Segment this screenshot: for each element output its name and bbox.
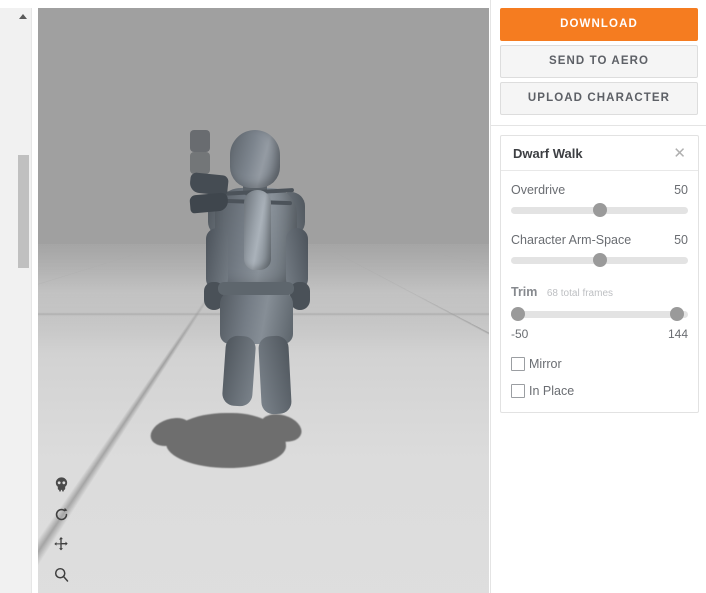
- scrollbar-thumb[interactable]: [18, 155, 29, 268]
- trim-end-value: 144: [667, 327, 688, 341]
- trim-label-group: Trim 68 total frames: [511, 283, 613, 301]
- mirror-checkbox-row[interactable]: Mirror: [511, 357, 688, 371]
- scrollbar-up-arrow-icon[interactable]: [14, 8, 31, 25]
- character-leg-left: [221, 335, 257, 407]
- viewport-tools: [46, 469, 80, 589]
- character-air-tank: [244, 190, 271, 270]
- arm-space-slider[interactable]: [511, 253, 688, 267]
- arm-space-label: Character Arm-Space: [511, 233, 632, 247]
- trim-slider-track[interactable]: [511, 311, 688, 318]
- skull-icon[interactable]: [46, 469, 76, 499]
- arm-space-value: 50: [674, 233, 688, 247]
- pan-icon[interactable]: [46, 529, 76, 559]
- character-helmet: [230, 130, 280, 188]
- arm-space-control: Character Arm-Space 50: [511, 233, 688, 267]
- panel-title: Dwarf Walk: [513, 145, 583, 161]
- overdrive-slider-knob[interactable]: [592, 203, 607, 217]
- character-viewport[interactable]: [38, 8, 489, 593]
- overdrive-control: Overdrive 50: [511, 183, 688, 217]
- in-place-checkbox[interactable]: [511, 384, 525, 398]
- trim-label: Trim: [511, 285, 538, 299]
- overdrive-label: Overdrive: [511, 183, 566, 197]
- scrollbar-up-arrow-glyph: [18, 14, 27, 19]
- character-pocket-left: [190, 130, 210, 152]
- character-leg-right: [257, 335, 293, 415]
- trim-slider-knob-start[interactable]: [511, 307, 526, 321]
- trim-range-labels: -50 144: [511, 327, 688, 341]
- in-place-checkbox-row[interactable]: In Place: [511, 384, 688, 398]
- page-top-gutter: [0, 0, 38, 8]
- app-root: DOWNLOAD SEND TO AERO UPLOAD CHARACTER D…: [0, 0, 706, 593]
- character-pocket-right: [190, 152, 210, 174]
- trim-control: Trim 68 total frames -50 144: [511, 283, 688, 341]
- overdrive-slider[interactable]: [511, 203, 688, 217]
- trim-row: Trim 68 total frames: [511, 283, 688, 301]
- character-arm-left: [206, 228, 228, 290]
- arm-space-slider-knob[interactable]: [592, 253, 607, 267]
- overdrive-value: 50: [674, 183, 688, 197]
- panel-body: Overdrive 50 Character Arm-Space 50 Trim…: [501, 171, 698, 412]
- arm-space-row: Character Arm-Space 50: [511, 233, 688, 247]
- trim-range-slider[interactable]: [511, 307, 688, 321]
- action-buttons: DOWNLOAD SEND TO AERO UPLOAD CHARACTER: [491, 0, 706, 126]
- trim-start-value: -50: [511, 327, 529, 341]
- in-place-label: In Place: [529, 384, 575, 398]
- right-sidebar: DOWNLOAD SEND TO AERO UPLOAD CHARACTER D…: [490, 0, 706, 593]
- rotate-icon[interactable]: [46, 499, 76, 529]
- character-arm-right: [286, 228, 308, 290]
- mirror-checkbox[interactable]: [511, 357, 525, 371]
- animation-properties-panel: Dwarf Walk ✕ Overdrive 50 Character Arm-…: [500, 135, 699, 413]
- upload-character-button[interactable]: UPLOAD CHARACTER: [500, 82, 698, 115]
- page-left-gutter: [0, 8, 14, 593]
- character-model[interactable]: [189, 130, 325, 430]
- zoom-icon[interactable]: [46, 559, 76, 589]
- close-icon[interactable]: ✕: [672, 144, 687, 163]
- overdrive-row: Overdrive 50: [511, 183, 688, 197]
- toggle-group: Mirror In Place: [511, 357, 688, 398]
- page-scrollbar[interactable]: [14, 8, 32, 593]
- character-hips: [220, 290, 293, 344]
- download-button[interactable]: DOWNLOAD: [500, 8, 698, 41]
- panel-header: Dwarf Walk ✕: [501, 136, 698, 171]
- character-belt: [218, 282, 294, 295]
- trim-total-frames: 68 total frames: [546, 288, 614, 299]
- mirror-label: Mirror: [529, 357, 562, 371]
- trim-slider-knob-end[interactable]: [670, 307, 685, 321]
- send-to-aero-button[interactable]: SEND TO AERO: [500, 45, 698, 78]
